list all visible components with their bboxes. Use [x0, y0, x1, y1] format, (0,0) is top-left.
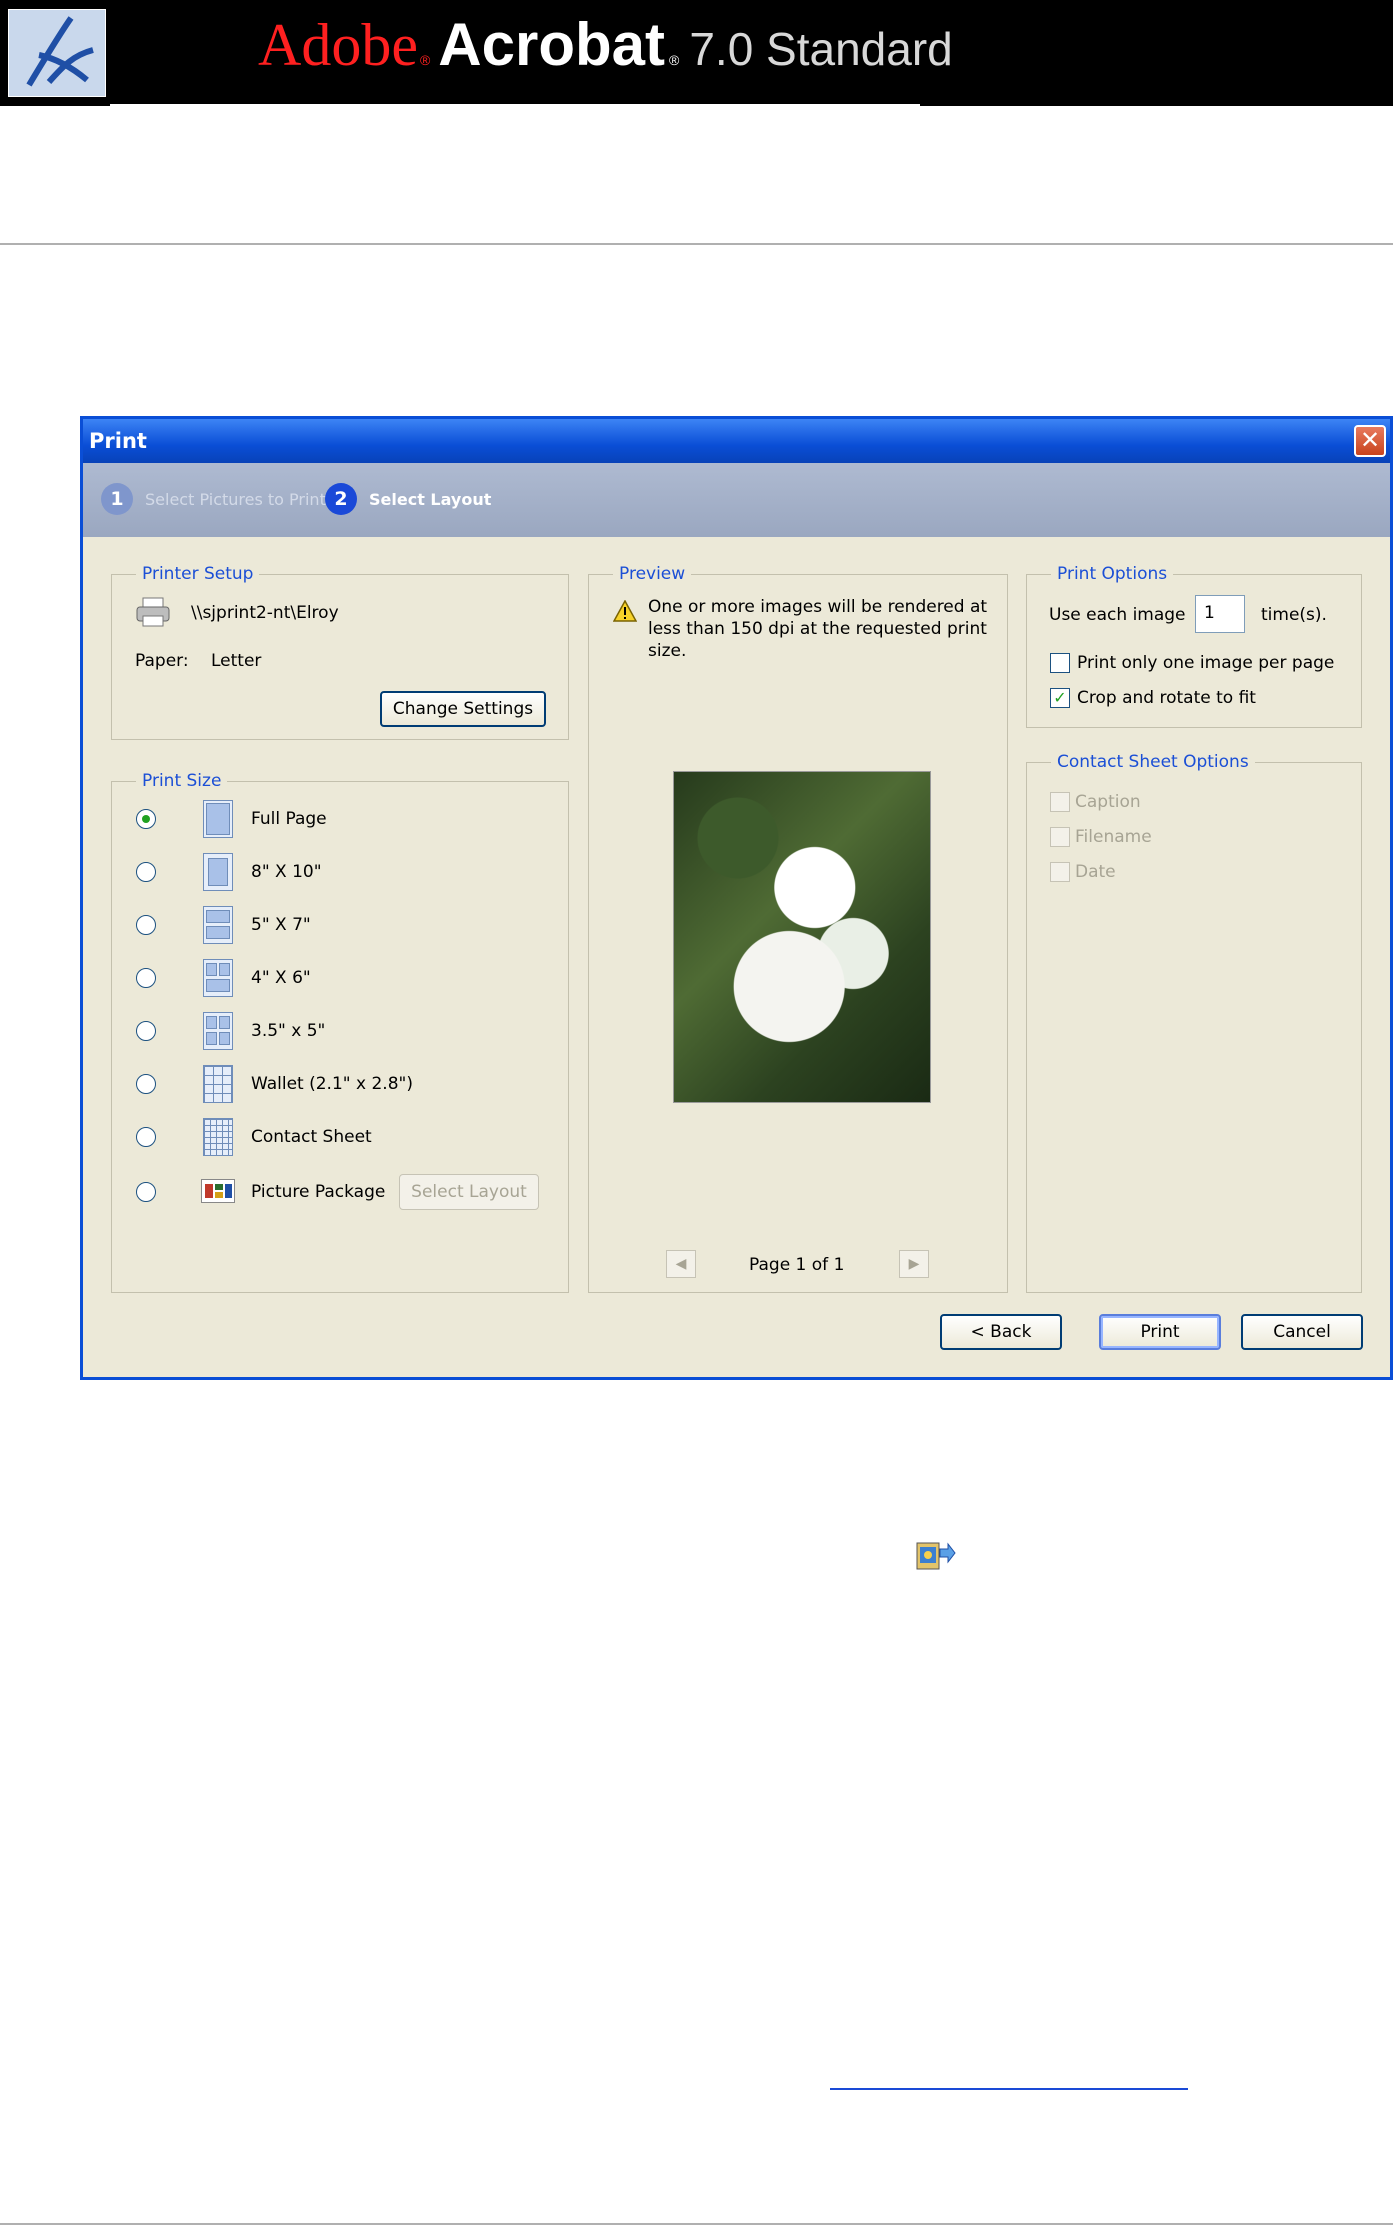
- option-full-page: Full Page: [251, 809, 327, 829]
- size-8x10-icon: [203, 853, 233, 891]
- bottom-divider: [0, 2223, 1393, 2225]
- date-checkbox[interactable]: [1050, 862, 1070, 882]
- option-picture-package: Picture Package: [251, 1182, 386, 1202]
- low-resolution-warning: One or more images will be rendered at l…: [648, 597, 988, 661]
- print-size-legend: Print Size: [142, 771, 222, 791]
- caption-checkbox[interactable]: [1050, 792, 1070, 812]
- create-pdf-from-picture-icon: [916, 1539, 956, 1573]
- banner-underline: [110, 104, 920, 106]
- option-5x7: 5" X 7": [251, 915, 311, 935]
- times-label: time(s).: [1261, 605, 1327, 625]
- option-wallet: Wallet (2.1" x 2.8"): [251, 1074, 413, 1094]
- one-image-per-page-label: Print only one image per page: [1077, 653, 1335, 673]
- caption-label: Caption: [1075, 792, 1141, 812]
- option-3-5x5: 3.5" x 5": [251, 1021, 326, 1041]
- radio-picture-package[interactable]: [136, 1182, 156, 1202]
- contact-sheet-icon: [203, 1118, 233, 1156]
- paper-value: Letter: [211, 651, 262, 671]
- times-input[interactable]: 1: [1195, 595, 1245, 633]
- crop-rotate-checkbox[interactable]: ✓: [1050, 688, 1070, 708]
- preview-legend: Preview: [619, 564, 686, 584]
- next-page-button[interactable]: ▶: [899, 1250, 929, 1278]
- print-size-group: Print Size: [111, 771, 569, 1293]
- radio-wallet[interactable]: [136, 1074, 156, 1094]
- page-indicator: Page 1 of 1: [749, 1255, 845, 1275]
- arrow-right-icon: ▶: [908, 1256, 920, 1272]
- radio-contact-sheet[interactable]: [136, 1127, 156, 1147]
- printer-name: \\sjprint2-nt\Elroy: [191, 603, 339, 623]
- contact-sheet-options-legend: Contact Sheet Options: [1057, 752, 1249, 772]
- title-registered-mark-2: ®: [669, 52, 680, 68]
- warning-icon: [612, 599, 638, 622]
- radio-5x7[interactable]: [136, 915, 156, 935]
- size-4x6-icon: [203, 959, 233, 997]
- step-label-2: Select Layout: [369, 489, 492, 509]
- title-registered-mark: ®: [419, 52, 431, 68]
- acrobat-logo-icon: [8, 9, 106, 97]
- size-wallet-icon: [203, 1065, 233, 1103]
- step-select-layout[interactable]: 2 Select Layout: [325, 483, 491, 515]
- crop-rotate-label: Crop and rotate to fit: [1077, 688, 1256, 708]
- close-button[interactable]: ✕: [1354, 425, 1386, 457]
- date-label: Date: [1075, 862, 1116, 882]
- dialog-titlebar: Print ✕: [83, 419, 1390, 463]
- filename-label: Filename: [1075, 827, 1152, 847]
- arrow-left-icon: ◀: [675, 1256, 687, 1272]
- product-title: Adobe ® Acrobat ® 7.0 Standard: [258, 10, 953, 96]
- radio-3-5x5[interactable]: [136, 1021, 156, 1041]
- step-select-pictures[interactable]: 1 Select Pictures to Print: [101, 483, 326, 515]
- checkmark-icon: ✓: [1053, 688, 1067, 707]
- paper-label: Paper:: [135, 651, 189, 671]
- header-banner: Adobe ® Acrobat ® 7.0 Standard: [0, 0, 1393, 106]
- wizard-steps: 1 Select Pictures to Print 2 Select Layo…: [83, 463, 1390, 537]
- step-number-2: 2: [325, 483, 357, 515]
- size-3-5x5-icon: [203, 1012, 233, 1050]
- top-divider: [0, 243, 1393, 245]
- step-label-1: Select Pictures to Print: [145, 489, 326, 509]
- option-4x6: 4" X 6": [251, 968, 311, 988]
- title-version: 7.0 Standard: [689, 23, 953, 75]
- title-acrobat: Acrobat: [438, 11, 665, 78]
- prev-page-button[interactable]: ◀: [666, 1250, 696, 1278]
- title-adobe: Adobe: [258, 12, 418, 78]
- radio-4x6[interactable]: [136, 968, 156, 988]
- one-image-per-page-checkbox[interactable]: [1050, 653, 1070, 673]
- hyperlink-underline[interactable]: [830, 2088, 1188, 2090]
- close-icon: ✕: [1359, 426, 1381, 454]
- filename-checkbox[interactable]: [1050, 827, 1070, 847]
- printer-icon: [135, 596, 171, 628]
- select-layout-button[interactable]: Select Layout: [399, 1174, 539, 1210]
- print-dialog: Print ✕ 1 Select Pictures to Print 2 Sel…: [80, 416, 1393, 1380]
- full-page-icon: [203, 800, 233, 838]
- change-settings-button[interactable]: Change Settings: [380, 691, 546, 727]
- preview-image: [673, 771, 931, 1103]
- print-button[interactable]: Print: [1099, 1314, 1221, 1350]
- cancel-button[interactable]: Cancel: [1241, 1314, 1363, 1350]
- step-number-1: 1: [101, 483, 133, 515]
- back-button[interactable]: < Back: [940, 1314, 1062, 1350]
- picture-package-icon: [201, 1179, 235, 1203]
- radio-full-page[interactable]: [136, 809, 156, 829]
- print-options-legend: Print Options: [1057, 564, 1168, 584]
- option-8x10: 8" X 10": [251, 862, 322, 882]
- radio-8x10[interactable]: [136, 862, 156, 882]
- dialog-title: Print: [89, 429, 147, 453]
- printer-setup-legend: Printer Setup: [142, 564, 254, 584]
- size-5x7-icon: [203, 906, 233, 944]
- use-each-image-label: Use each image: [1049, 605, 1186, 625]
- option-contact-sheet: Contact Sheet: [251, 1127, 372, 1147]
